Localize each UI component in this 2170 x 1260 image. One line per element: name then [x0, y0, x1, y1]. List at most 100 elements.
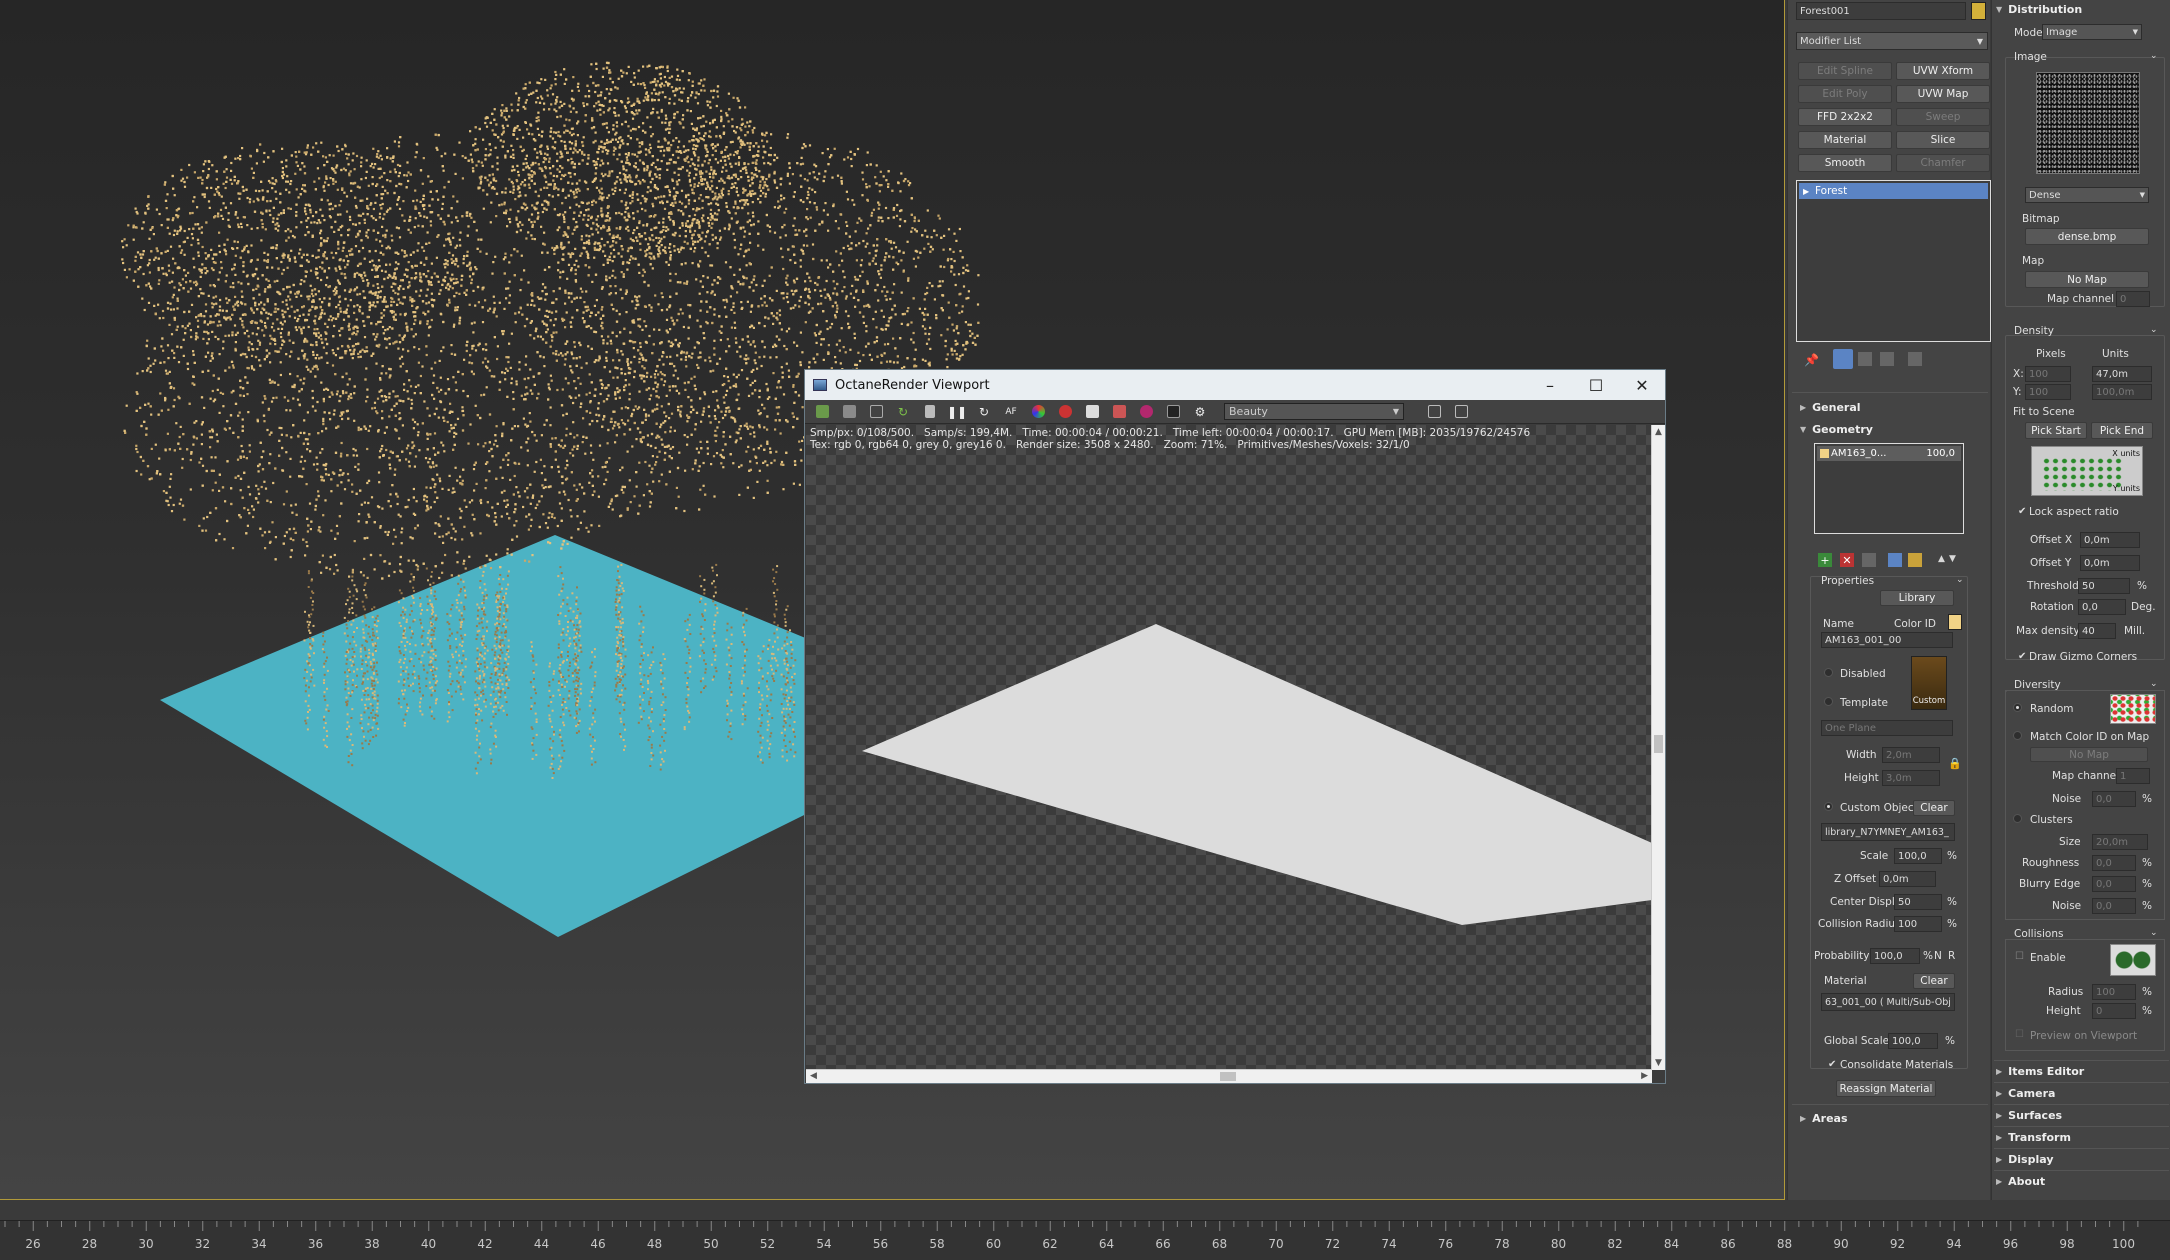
scroll-right-icon[interactable]: ▶	[1641, 1071, 1648, 1081]
settings-gear-icon[interactable]: ⚙	[1189, 402, 1211, 422]
paste-geometry-icon[interactable]	[1908, 553, 1922, 567]
density-map-thumbnail[interactable]	[2036, 72, 2140, 174]
rollout-geometry[interactable]: ▼ Geometry	[1800, 420, 1873, 438]
add-geometry-icon[interactable]: +	[1818, 553, 1832, 567]
collapse-icon[interactable]: ⌄	[1956, 575, 1964, 585]
name-field[interactable]: AM163_001_00	[1821, 632, 1953, 648]
rollout-items-editor[interactable]: ▶ Items Editor	[1996, 1062, 2084, 1080]
match-color-radio[interactable]	[2013, 731, 2022, 740]
clusters-radio[interactable]	[2013, 814, 2022, 823]
color-wheel-icon[interactable]	[1027, 402, 1049, 422]
vertical-scrollbar[interactable]: ▲ ▼	[1651, 425, 1665, 1070]
consolidate-checkbox[interactable]: ✔	[1828, 1059, 1836, 1070]
copy-geometry-icon[interactable]	[1888, 553, 1902, 567]
rollout-camera[interactable]: ▶ Camera	[1996, 1084, 2055, 1102]
preset-dropdown[interactable]: Dense ▼	[2025, 187, 2149, 203]
units-gizmo-preview[interactable]: X units Y units	[2031, 446, 2143, 496]
material-field[interactable]: 63_001_00 ( Multi/Sub-Obj	[1821, 993, 1955, 1011]
material-clear-button[interactable]: Clear	[1913, 973, 1955, 989]
remove-geometry-icon[interactable]: ✕	[1840, 553, 1854, 567]
collapse-icon[interactable]: ⌄	[2150, 51, 2158, 61]
edit-geometry-icon[interactable]	[1862, 553, 1876, 567]
send-scene-icon[interactable]	[811, 402, 833, 422]
make-unique-icon[interactable]	[1858, 352, 1872, 366]
modifier-button-smooth[interactable]: Smooth	[1798, 154, 1892, 172]
restart-render-icon[interactable]: ↻	[892, 402, 914, 422]
octane-render-canvas[interactable]: Smp/px: 0/108/500. Samp/s: 199,4M. Time:…	[806, 425, 1652, 1070]
lock-icon[interactable]: 🔒	[1948, 757, 1962, 770]
rollout-areas[interactable]: ▶ Areas	[1800, 1109, 1848, 1127]
template-radio[interactable]	[1824, 697, 1833, 706]
fit-view-icon[interactable]	[1450, 402, 1472, 422]
global-scale-field[interactable]: 100,0	[1888, 1033, 1938, 1049]
scale-field[interactable]: 100,0	[1894, 848, 1942, 864]
scroll-up-icon[interactable]: ▲	[1655, 427, 1662, 437]
rollout-general[interactable]: ▶ General	[1800, 398, 1861, 416]
lock-icon[interactable]	[919, 402, 941, 422]
bitmap-button[interactable]: dense.bmp	[2025, 228, 2149, 245]
stack-item-forest[interactable]: ▶ Forest	[1799, 183, 1988, 199]
lock-aspect-checkbox[interactable]: ✔	[2018, 506, 2026, 517]
vertical-scroll-thumb[interactable]	[1654, 735, 1663, 753]
material-picker-icon[interactable]	[1135, 402, 1157, 422]
geometry-list-item[interactable]: AM163_0... 100,0	[1817, 446, 1961, 461]
geometry-list[interactable]: AM163_0... 100,0	[1814, 443, 1964, 534]
modifier-button-ffd-2x2x2[interactable]: FFD 2x2x2	[1798, 108, 1892, 126]
collision-radius-field[interactable]: 100	[1894, 916, 1942, 932]
modifier-button-material[interactable]: Material	[1798, 131, 1892, 149]
copy-icon[interactable]	[838, 402, 860, 422]
close-button[interactable]: ✕	[1619, 370, 1665, 400]
probability-field[interactable]: 100,0	[1870, 948, 1920, 964]
film-region-icon[interactable]	[1108, 402, 1130, 422]
modifier-button-uvw-xform[interactable]: UVW Xform	[1896, 62, 1990, 80]
camera-icon[interactable]	[1162, 402, 1184, 422]
region-render-icon[interactable]	[1081, 402, 1103, 422]
custom-object-radio[interactable]	[1824, 802, 1833, 811]
modifier-stack[interactable]: ▶ Forest	[1796, 180, 1991, 342]
rollout-distribution[interactable]: ▼ Distribution	[1996, 0, 2082, 18]
collapse-icon[interactable]: ⌄	[2150, 325, 2158, 335]
pick-start-button[interactable]: Pick Start	[2025, 422, 2087, 439]
random-radio[interactable]	[2013, 703, 2022, 712]
x-units-field[interactable]: 47,0m	[2092, 366, 2152, 382]
object-name-field[interactable]: Forest001	[1796, 2, 1966, 20]
render-pass-select[interactable]: Beauty ▼	[1224, 403, 1404, 420]
modifier-button-slice[interactable]: Slice	[1896, 131, 1990, 149]
rollout-display[interactable]: ▶ Display	[1996, 1150, 2054, 1168]
custom-object-clear-button[interactable]: Clear	[1913, 800, 1955, 816]
rollout-surfaces[interactable]: ▶ Surfaces	[1996, 1106, 2062, 1124]
remove-modifier-icon[interactable]	[1880, 352, 1894, 366]
horizontal-scroll-thumb[interactable]	[1220, 1072, 1236, 1081]
modifier-button-uvw-map[interactable]: UVW Map	[1896, 85, 1990, 103]
horizontal-scrollbar[interactable]: ◀ ▶	[806, 1069, 1652, 1083]
zoom-region-icon[interactable]	[865, 402, 887, 422]
timeline-ruler[interactable]: 26 28 30 32 34 36 38 40 42 44 46 48 50 52 54 56 58 60 62 64…	[0, 1220, 2170, 1260]
modifier-list-dropdown[interactable]: Modifier List ▼	[1796, 32, 1988, 50]
panel-toggle-icon[interactable]	[1423, 402, 1445, 422]
maximize-button[interactable]: ☐	[1573, 370, 1619, 400]
pick-end-button[interactable]: Pick End	[2091, 422, 2153, 439]
draw-gizmo-checkbox[interactable]: ✔	[2018, 651, 2026, 662]
map-button[interactable]: No Map	[2025, 271, 2149, 288]
r-toggle[interactable]: R	[1948, 950, 1955, 962]
show-end-result-icon[interactable]	[1833, 349, 1853, 369]
color-id-swatch[interactable]	[1948, 614, 1962, 630]
octane-render-window[interactable]: OctaneRender Viewport – ☐ ✕ ↻ ❚❚ ↻ AF ⚙ …	[804, 369, 1666, 1084]
max-density-field[interactable]: 40	[2078, 623, 2116, 639]
rollout-about[interactable]: ▶ About	[1996, 1172, 2045, 1190]
custom-object-field[interactable]: library_N7YMNEY_AM163_	[1821, 823, 1955, 841]
rotation-field[interactable]: 0,0	[2078, 599, 2126, 615]
collision-preview-thumbnail[interactable]	[2110, 944, 2156, 976]
pin-stack-icon[interactable]: 📌	[1804, 353, 1819, 367]
reassign-material-button[interactable]: Reassign Material	[1836, 1080, 1936, 1097]
octane-titlebar[interactable]: OctaneRender Viewport – ☐ ✕	[805, 370, 1665, 400]
expand-triangle-icon[interactable]: ▶	[1803, 187, 1809, 196]
move-up-icon[interactable]: ▲	[1938, 554, 1945, 564]
random-preview-thumbnail[interactable]	[2110, 694, 2156, 724]
library-button[interactable]: Library	[1880, 590, 1954, 606]
scroll-left-icon[interactable]: ◀	[810, 1071, 817, 1081]
offset-y-field[interactable]: 0,0m	[2080, 555, 2140, 571]
minimize-button[interactable]: –	[1527, 370, 1573, 400]
aa-icon[interactable]: AF	[1000, 402, 1022, 422]
configure-sets-icon[interactable]	[1908, 352, 1922, 366]
